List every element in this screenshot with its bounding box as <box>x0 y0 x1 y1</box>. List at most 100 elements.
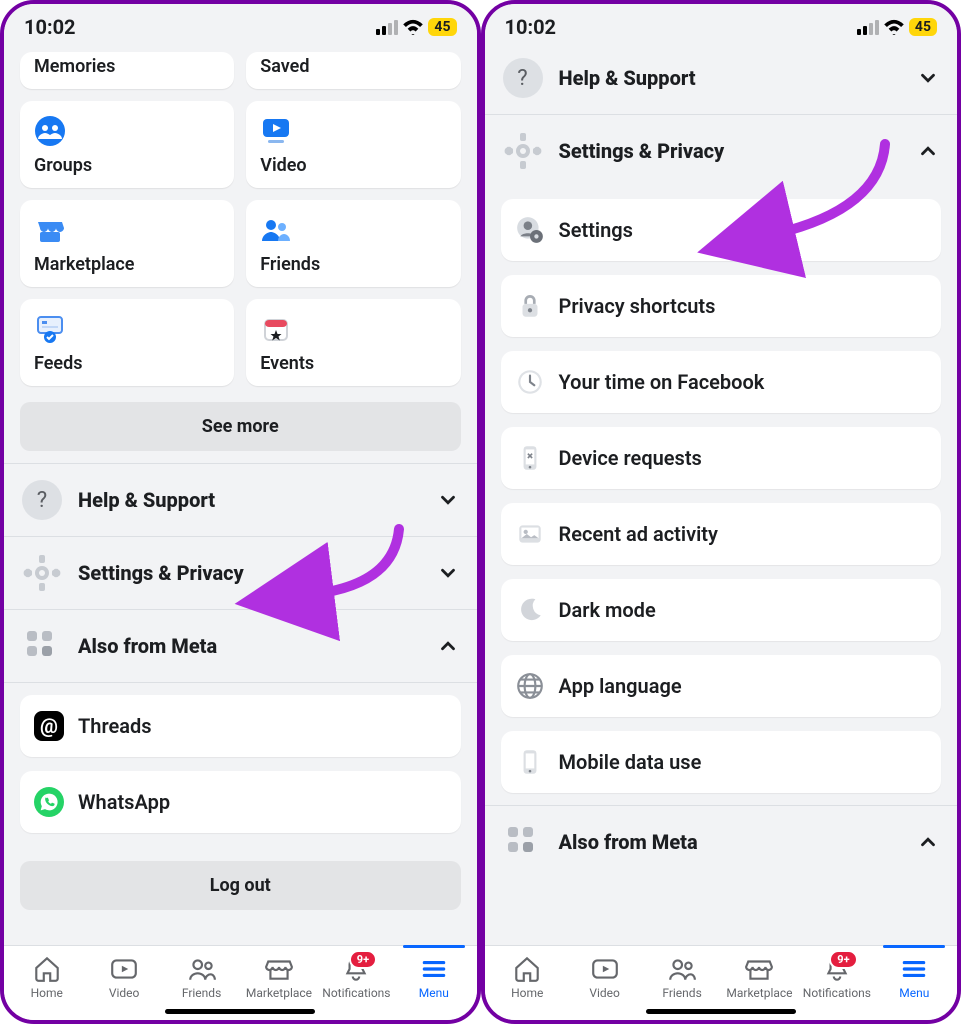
chevron-down-icon <box>437 562 459 584</box>
tab-label: Menu <box>899 986 929 1000</box>
tile-friends[interactable]: Friends <box>246 200 460 287</box>
tab-home[interactable]: Home <box>8 954 85 1000</box>
tab-label: Home <box>511 986 543 1000</box>
moon-icon <box>515 595 545 625</box>
tile-label: Marketplace <box>34 254 220 275</box>
status-bar: 10:02 45 <box>485 4 958 42</box>
phone-icon <box>515 747 545 777</box>
settings-item-mobile-data[interactable]: Mobile data use <box>501 731 942 793</box>
tab-label: Video <box>109 986 140 1000</box>
profile-gear-icon <box>515 215 545 245</box>
tile-label: Memories <box>34 56 220 77</box>
help-icon: ? <box>22 480 62 520</box>
accordion-label: Help & Support <box>78 488 421 512</box>
meta-app-threads[interactable]: @ Threads <box>20 695 461 757</box>
accordion-label: Also from Meta <box>78 634 421 658</box>
accordion-settings-privacy[interactable]: Settings & Privacy <box>4 537 477 610</box>
accordion-label: Help & Support <box>559 66 902 90</box>
notification-badge: 9+ <box>349 950 377 969</box>
phone-right: 10:02 45 ? Help & Support Settings & Pri… <box>481 0 961 1024</box>
video-icon <box>260 115 292 147</box>
whatsapp-icon <box>34 787 64 817</box>
accordion-label: Also from Meta <box>559 830 902 854</box>
tab-menu[interactable]: Menu <box>395 954 472 1000</box>
meta-app-whatsapp[interactable]: WhatsApp <box>20 771 461 833</box>
sub-item-label: Privacy shortcuts <box>559 294 716 318</box>
globe-icon <box>515 671 545 701</box>
menu-scroll[interactable]: ? Help & Support Settings & Privacy Sett… <box>485 42 958 1020</box>
tile-saved[interactable]: Saved <box>246 52 460 89</box>
tab-friends[interactable]: Friends <box>643 954 720 1000</box>
tab-label: Marketplace <box>246 986 312 1000</box>
settings-item-settings[interactable]: Settings <box>501 199 942 261</box>
accordion-label: Settings & Privacy <box>78 561 421 585</box>
settings-item-recent-ad[interactable]: Recent ad activity <box>501 503 942 565</box>
battery-badge: 45 <box>909 18 937 36</box>
sub-item-label: Threads <box>78 714 152 738</box>
device-icon <box>515 443 545 473</box>
wifi-icon <box>883 19 905 35</box>
image-icon <box>515 519 545 549</box>
tab-notifications[interactable]: 9+ Notifications <box>798 954 875 1000</box>
tab-label: Marketplace <box>726 986 792 1000</box>
menu-scroll[interactable]: Memories Saved Groups Video <box>4 42 477 1020</box>
tab-label: Video <box>589 986 620 1000</box>
tab-video[interactable]: Video <box>566 954 643 1000</box>
tab-label: Notifications <box>322 986 390 1000</box>
tab-label: Friends <box>662 986 701 1000</box>
settings-item-app-language[interactable]: App language <box>501 655 942 717</box>
tab-menu[interactable]: Menu <box>876 954 953 1000</box>
accordion-help-support[interactable]: ? Help & Support <box>4 464 477 537</box>
chevron-down-icon <box>437 489 459 511</box>
tab-label: Friends <box>182 986 221 1000</box>
gear-icon <box>22 553 62 593</box>
status-right: 45 <box>376 18 456 36</box>
tile-events[interactable]: Events <box>246 299 460 386</box>
tile-label: Saved <box>260 56 446 77</box>
tile-label: Feeds <box>34 353 220 374</box>
tab-friends[interactable]: Friends <box>163 954 240 1000</box>
tab-label: Menu <box>419 986 449 1000</box>
chevron-up-icon <box>917 140 939 162</box>
sub-item-label: App language <box>559 674 682 698</box>
home-indicator <box>165 1009 315 1014</box>
settings-item-privacy-shortcuts[interactable]: Privacy shortcuts <box>501 275 942 337</box>
logout-button[interactable]: Log out <box>20 861 461 910</box>
signal-icon <box>376 20 398 35</box>
accordion-label: Settings & Privacy <box>559 139 902 163</box>
marketplace-icon <box>34 214 66 246</box>
signal-icon <box>857 20 879 35</box>
tab-label: Notifications <box>803 986 871 1000</box>
sub-item-label: Recent ad activity <box>559 522 718 546</box>
see-more-button[interactable]: See more <box>20 402 461 451</box>
tab-notifications[interactable]: 9+ Notifications <box>318 954 395 1000</box>
settings-item-device-requests[interactable]: Device requests <box>501 427 942 489</box>
tab-home[interactable]: Home <box>489 954 566 1000</box>
chevron-up-icon <box>437 635 459 657</box>
status-bar: 10:02 45 <box>4 4 477 42</box>
meta-apps-icon <box>503 822 543 862</box>
accordion-also-from-meta[interactable]: Also from Meta <box>4 610 477 683</box>
sub-item-label: Dark mode <box>559 598 656 622</box>
tab-marketplace[interactable]: Marketplace <box>240 954 317 1000</box>
settings-item-dark-mode[interactable]: Dark mode <box>501 579 942 641</box>
tile-label: Events <box>260 353 446 374</box>
tile-memories[interactable]: Memories <box>20 52 234 89</box>
gear-icon <box>503 131 543 171</box>
wifi-icon <box>402 19 424 35</box>
sub-item-label: Mobile data use <box>559 750 702 774</box>
tile-groups[interactable]: Groups <box>20 101 234 188</box>
chevron-down-icon <box>917 67 939 89</box>
tile-feeds[interactable]: Feeds <box>20 299 234 386</box>
accordion-also-from-meta[interactable]: Also from Meta <box>485 806 958 878</box>
tab-marketplace[interactable]: Marketplace <box>721 954 798 1000</box>
accordion-help-support[interactable]: ? Help & Support <box>485 42 958 115</box>
status-time: 10:02 <box>505 15 557 39</box>
settings-item-your-time[interactable]: Your time on Facebook <box>501 351 942 413</box>
help-icon: ? <box>503 58 543 98</box>
tab-video[interactable]: Video <box>85 954 162 1000</box>
sub-item-label: WhatsApp <box>78 790 170 814</box>
accordion-settings-privacy[interactable]: Settings & Privacy <box>485 115 958 187</box>
tile-marketplace[interactable]: Marketplace <box>20 200 234 287</box>
tile-video[interactable]: Video <box>246 101 460 188</box>
